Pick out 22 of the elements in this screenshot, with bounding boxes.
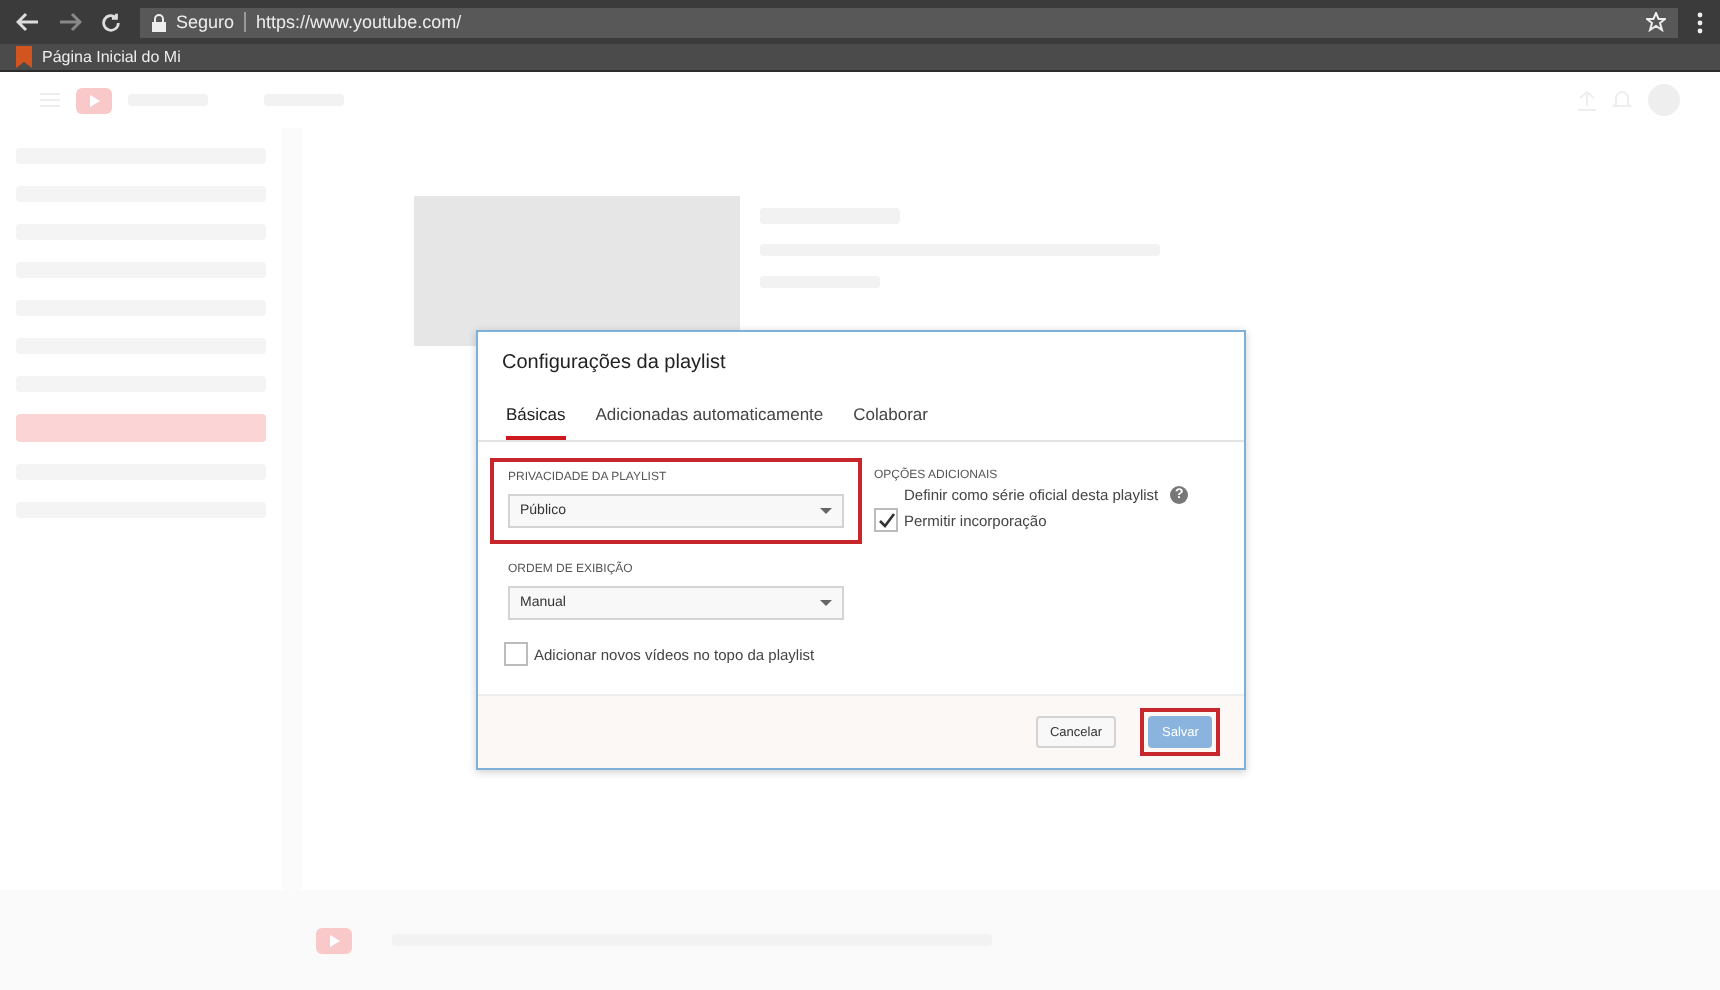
caret-icon	[820, 508, 832, 514]
tab[interactable]: Básicas	[506, 398, 566, 440]
back-icon[interactable]	[16, 12, 40, 32]
lock-icon	[152, 13, 166, 31]
dialog-title: Configurações da playlist	[500, 350, 728, 378]
sidebar-item[interactable]	[16, 414, 266, 442]
bookmark-icon	[16, 46, 32, 68]
caret-icon	[820, 600, 832, 606]
checkbox[interactable]	[504, 642, 528, 666]
reload-icon[interactable]	[100, 11, 122, 33]
tab[interactable]: Adicionadas automaticamente	[595, 398, 824, 440]
url-text: https://www.youtube.com/	[256, 12, 464, 32]
bookmark-link[interactable]: Página Inicial do Mi	[42, 48, 181, 66]
forward-icon[interactable]	[58, 12, 82, 32]
tab[interactable]: Colaborar	[853, 398, 928, 440]
security-label: Seguro	[176, 12, 247, 32]
star-icon[interactable]	[1646, 12, 1666, 32]
menu-icon[interactable]	[1696, 11, 1704, 33]
checkbox[interactable]	[874, 508, 898, 532]
logo-icon	[316, 927, 352, 953]
address-bar[interactable]: Seguro https://www.youtube.com/	[140, 7, 1678, 37]
logo-icon	[76, 87, 112, 113]
